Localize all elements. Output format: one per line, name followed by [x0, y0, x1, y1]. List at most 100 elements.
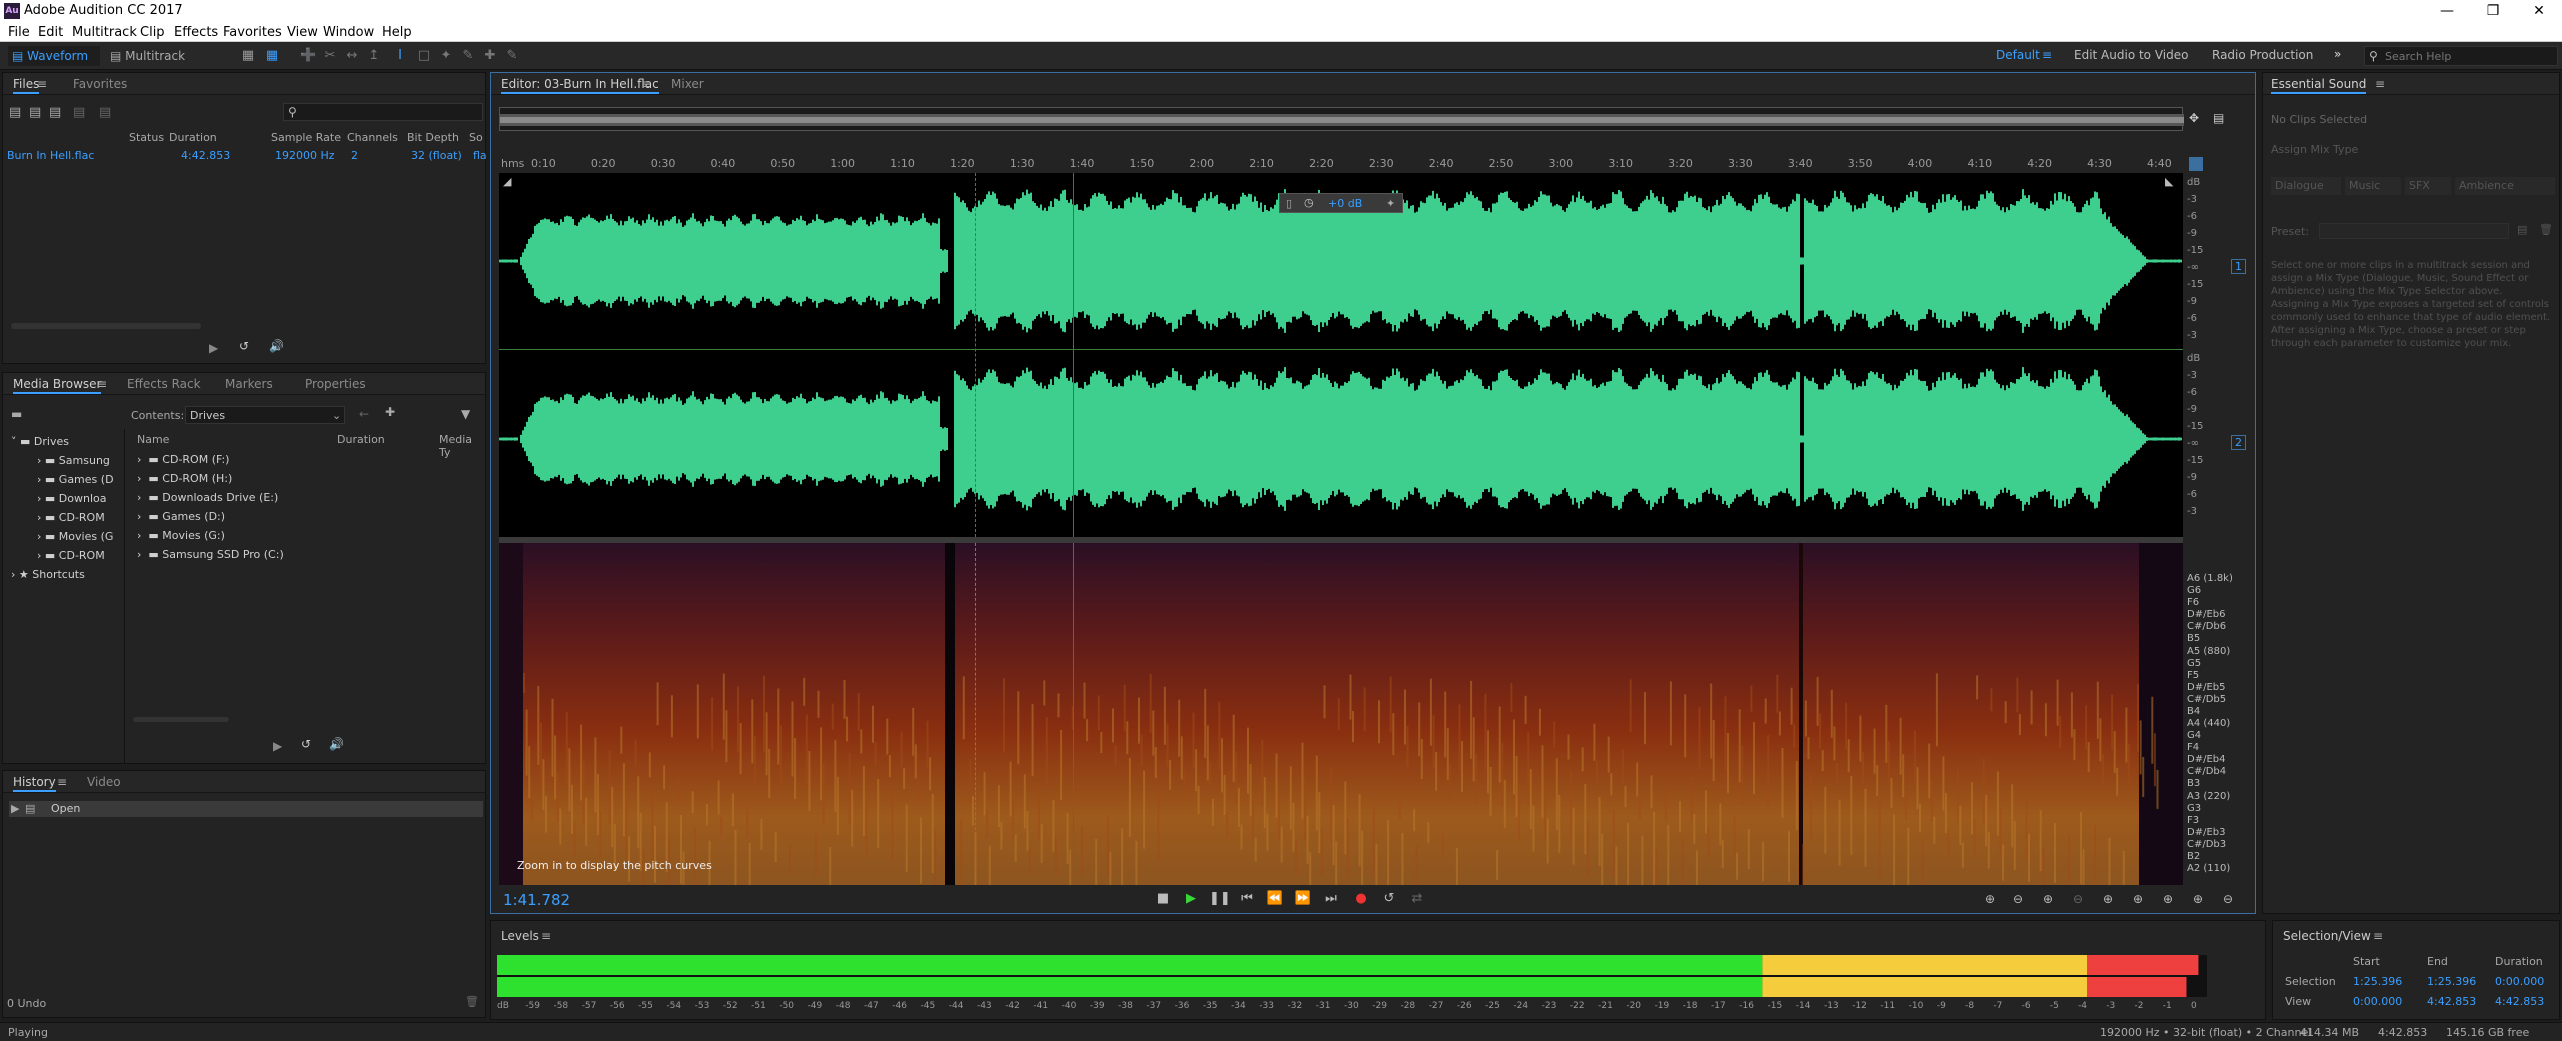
- mix-type-ambience[interactable]: Ambience: [2455, 177, 2555, 195]
- selection-end[interactable]: 1:25.396: [2427, 975, 2476, 988]
- tab-history[interactable]: History: [13, 775, 56, 792]
- tree-drives[interactable]: ˅ ▬ Drives: [11, 435, 69, 448]
- zoom-out-amplitude-icon[interactable]: ⊖: [2007, 889, 2029, 909]
- back-icon[interactable]: ←: [359, 407, 369, 421]
- menu-clip[interactable]: Clip: [140, 25, 165, 40]
- marquee-tool-icon[interactable]: □: [416, 48, 432, 64]
- col-media-type[interactable]: Media Ty: [439, 433, 485, 459]
- files-search-box[interactable]: ⚲: [283, 103, 483, 121]
- close-icon[interactable]: ✕: [2516, 0, 2562, 22]
- tree-item[interactable]: › ▬ Movies (G: [37, 530, 113, 543]
- levels-title[interactable]: Levels: [501, 929, 539, 943]
- col-channels[interactable]: Channels: [347, 131, 398, 144]
- media-menu-icon[interactable]: ≡: [97, 377, 107, 391]
- zoom-selection-icon[interactable]: ⊕: [2127, 889, 2149, 909]
- workspace-radio-production[interactable]: Radio Production: [2212, 48, 2313, 62]
- menu-file[interactable]: File: [8, 25, 30, 40]
- media-play-icon[interactable]: ▶: [273, 739, 282, 753]
- waveform-display[interactable]: ▯ ◷ +0 dB ✦ ◢ ◣: [499, 173, 2183, 537]
- maximize-icon[interactable]: ❐: [2470, 0, 2516, 22]
- skip-selection-icon[interactable]: ⇄: [1407, 889, 1427, 909]
- zoom-in-left-icon[interactable]: ⊕: [2157, 889, 2179, 909]
- levels-menu-icon[interactable]: ≡: [541, 929, 551, 943]
- col-sample-rate[interactable]: Sample Rate: [271, 131, 341, 144]
- menu-view[interactable]: View: [287, 25, 318, 40]
- spectral-display[interactable]: Zoom in to display the pitch curves: [499, 543, 2183, 885]
- tab-favorites[interactable]: Favorites: [73, 77, 127, 91]
- tab-files[interactable]: Files: [13, 77, 40, 94]
- zoom-out-full-icon[interactable]: ⊖: [2217, 889, 2239, 909]
- zoom-full-icon[interactable]: ⊕: [2097, 889, 2119, 909]
- time-selection-tool-icon[interactable]: ↥: [366, 48, 382, 64]
- view-start[interactable]: 0:00.000: [2353, 995, 2402, 1008]
- hud-gain[interactable]: ▯ ◷ +0 dB ✦: [1279, 193, 1403, 213]
- media-item[interactable]: › ▬ Downloads Drive (E:): [137, 491, 278, 504]
- close-file-icon[interactable]: ▤: [99, 105, 111, 120]
- file-row[interactable]: Burn In Hell.flac 4:42.853 192000 Hz 2 3…: [5, 149, 487, 163]
- brush-tool-icon[interactable]: ✎: [460, 48, 476, 64]
- new-file-icon[interactable]: ▤: [49, 105, 61, 120]
- tree-item[interactable]: › ▬ Games (D: [37, 473, 114, 486]
- tab-mixer[interactable]: Mixer: [671, 77, 704, 91]
- menu-multitrack[interactable]: Multitrack: [72, 25, 137, 40]
- spectral-pitch-icon[interactable]: ▦: [264, 48, 280, 64]
- display-options-icon[interactable]: ▤: [2213, 111, 2224, 125]
- move-tool-icon[interactable]: ➕: [300, 48, 316, 64]
- stop-icon[interactable]: ■: [1153, 889, 1173, 909]
- mix-type-music[interactable]: Music: [2345, 177, 2401, 195]
- open-file-icon[interactable]: ▤: [9, 105, 21, 120]
- view-end[interactable]: 4:42.853: [2427, 995, 2476, 1008]
- selection-start[interactable]: 1:25.396: [2353, 975, 2402, 988]
- media-item[interactable]: › ▬ Movies (G:): [137, 529, 225, 542]
- tab-media-browser[interactable]: Media Browser: [13, 377, 102, 394]
- media-autoplay-icon[interactable]: 🔊: [329, 737, 344, 751]
- tab-essential-sound[interactable]: Essential Sound: [2271, 77, 2367, 94]
- skip-back-icon[interactable]: ⏮: [1237, 889, 1257, 909]
- search-help-box[interactable]: ⚲: [2364, 46, 2558, 66]
- search-input[interactable]: [2385, 48, 2553, 64]
- pause-icon[interactable]: ❚❚: [1209, 889, 1231, 909]
- menu-window[interactable]: Window: [323, 25, 374, 40]
- essential-menu-icon[interactable]: ≡: [2375, 77, 2385, 91]
- selection-view-title[interactable]: Selection/View: [2283, 929, 2371, 943]
- delete-preset-icon[interactable]: 🗑: [2539, 223, 2553, 236]
- fade-in-handle-icon[interactable]: ◢: [503, 175, 511, 188]
- add-shortcut-icon[interactable]: ✚: [385, 405, 395, 419]
- workspace-menu-icon[interactable]: ≡: [2042, 48, 2052, 62]
- rewind-icon[interactable]: ⏪: [1265, 889, 1285, 909]
- history-menu-icon[interactable]: ≡: [57, 775, 67, 789]
- workspace-edit-audio-video[interactable]: Edit Audio to Video: [2074, 48, 2188, 62]
- editor-menu-icon[interactable]: ≡: [641, 77, 651, 91]
- playhead[interactable]: [1073, 173, 1074, 537]
- zoom-out-time-icon[interactable]: ⊖: [2067, 889, 2089, 909]
- history-item[interactable]: ▶ ▤ Open: [9, 801, 483, 817]
- panel-menu-icon[interactable]: ≡: [37, 77, 47, 91]
- tab-effects-rack[interactable]: Effects Rack: [127, 377, 201, 391]
- spectral-frequency-icon[interactable]: ▦: [240, 48, 256, 64]
- channel-2-label[interactable]: 2: [2231, 435, 2246, 450]
- minimize-icon[interactable]: —: [2424, 0, 2470, 22]
- zoom-navigator-icon[interactable]: ✥: [2189, 111, 2199, 125]
- import-file-icon[interactable]: ▤: [29, 105, 41, 120]
- col-media-duration[interactable]: Duration: [337, 433, 385, 446]
- fast-forward-icon[interactable]: ⏩: [1293, 889, 1313, 909]
- selection-view-menu-icon[interactable]: ≡: [2373, 929, 2383, 943]
- more-workspaces-icon[interactable]: »: [2334, 47, 2341, 61]
- play-icon[interactable]: ▶: [209, 341, 218, 355]
- tab-editor[interactable]: Editor: 03-Burn In Hell.flac: [501, 77, 659, 94]
- media-item[interactable]: › ▬ CD-ROM (F:): [137, 453, 229, 466]
- media-item[interactable]: › ▬ Samsung SSD Pro (C:): [137, 548, 284, 561]
- channel-1-label[interactable]: 1: [2231, 259, 2246, 274]
- zoom-in-time-icon[interactable]: ⊕: [2037, 889, 2059, 909]
- slip-tool-icon[interactable]: ↔: [344, 48, 360, 64]
- selection-duration[interactable]: 0:00.000: [2495, 975, 2544, 988]
- menu-help[interactable]: Help: [382, 25, 412, 40]
- overview-bar[interactable]: [499, 107, 2184, 131]
- workspace-default[interactable]: Default: [1996, 48, 2040, 62]
- preset-dropdown[interactable]: [2319, 223, 2509, 239]
- current-time[interactable]: 1:41.782: [503, 891, 570, 909]
- text-cursor-icon[interactable]: I: [392, 48, 408, 64]
- col-name[interactable]: Name: [137, 433, 169, 446]
- col-duration[interactable]: Duration: [169, 131, 217, 144]
- save-preset-icon[interactable]: ▤: [2517, 223, 2527, 236]
